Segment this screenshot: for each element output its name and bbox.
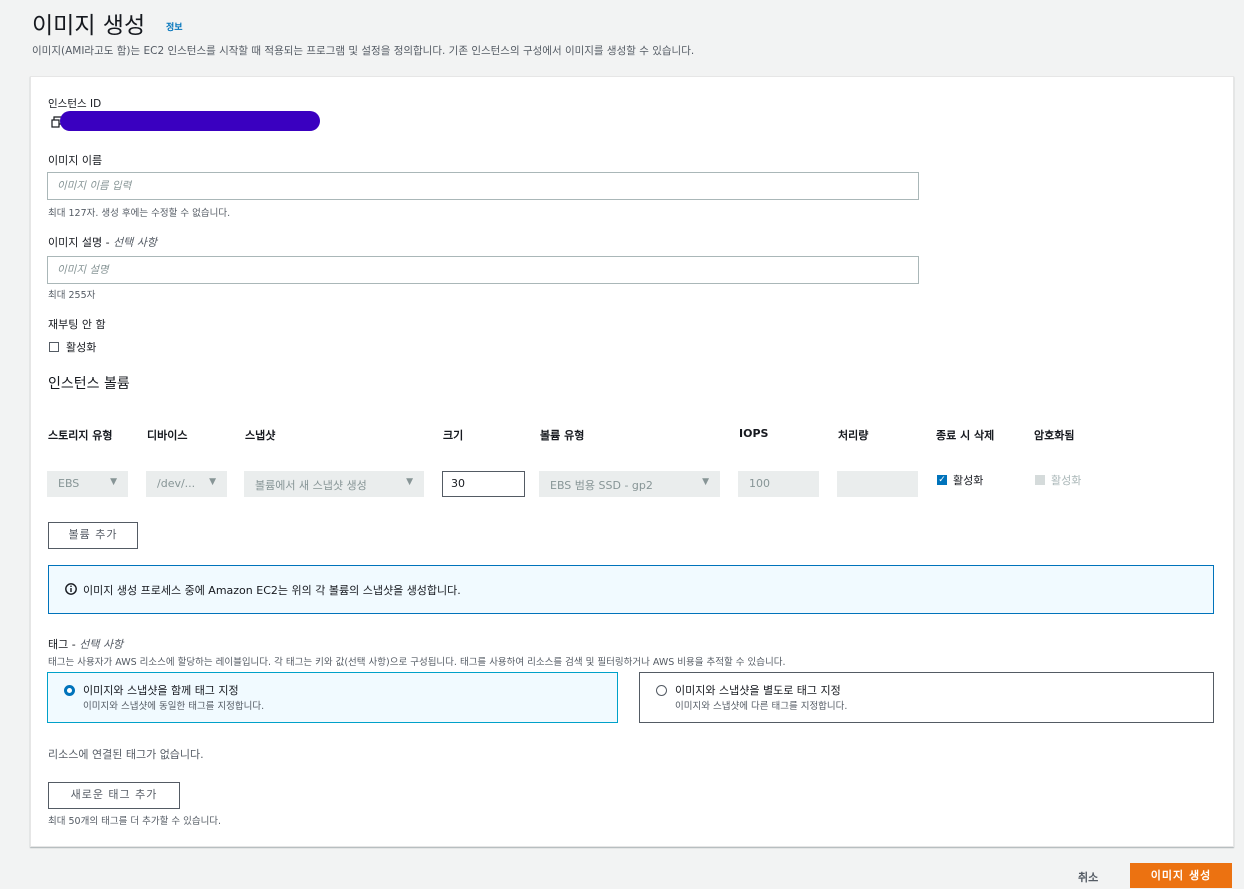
image-name-label: 이미지 이름 [48,154,103,167]
image-desc-hint: 최대 255자 [48,290,96,301]
no-reboot-label: 재부팅 안 함 [48,318,106,331]
info-link[interactable]: 정보 [166,20,183,33]
tag-together-desc: 이미지와 스냅샷에 동일한 태그를 지정합니다. [83,701,265,712]
volumes-section-title: 인스턴스 볼륨 [48,376,130,392]
tags-title: 태그 - [48,638,80,651]
no-reboot-checkbox-label: 활성화 [66,341,97,354]
caret-down-icon: ▼ [702,477,709,487]
encrypted-label: 활성화 [1051,474,1082,487]
col-iops: IOPS [739,427,769,440]
check-icon: ✓ [938,475,946,485]
col-device: 디바이스 [147,429,188,442]
device-value: /dev/... [157,477,196,490]
cancel-button[interactable]: 취소 [1078,869,1098,885]
caret-down-icon: ▼ [110,477,117,487]
tag-separate-title: 이미지와 스냅샷을 별도로 태그 지정 [675,684,841,697]
encrypted-checkbox [1035,475,1045,485]
device-select: /dev/... ▼ [146,471,227,497]
instance-id-redaction [60,111,320,131]
page-description: 이미지(AMI라고도 함)는 EC2 인스턴스를 시작할 때 적용되는 프로그램… [32,45,695,57]
tag-together-title: 이미지와 스냅샷을 함께 태그 지정 [83,684,239,697]
tag-separate-desc: 이미지와 스냅샷에 다른 태그를 지정합니다. [675,701,848,712]
delete-on-termination-label: 활성화 [953,474,984,487]
col-encrypted: 암호화됨 [1034,429,1075,442]
throughput-input [837,471,918,497]
snapshot-value: 볼륨에서 새 스냅샷 생성 [255,479,367,492]
col-throughput: 처리량 [838,429,869,442]
tag-separate-radio[interactable] [656,685,667,696]
add-volume-button[interactable]: 볼륨 추가 [48,522,138,549]
info-alert-text: 이미지 생성 프로세스 중에 Amazon EC2는 위의 각 볼륨의 스냅샷을… [83,584,461,597]
tags-description: 태그는 사용자가 AWS 리소스에 할당하는 레이블입니다. 각 태그는 키와 … [48,657,786,668]
tag-together-radio[interactable] [64,685,75,696]
image-name-input[interactable]: 이미지 이름 입력 [47,172,919,200]
image-name-hint: 최대 127자. 생성 후에는 수정할 수 없습니다. [48,208,231,219]
col-volume-type: 볼륨 유형 [540,429,585,442]
iops-input: 100 [738,471,819,497]
add-tag-hint: 최대 50개의 태그를 더 추가할 수 있습니다. [48,816,222,827]
snapshot-select: 볼륨에서 새 스냅샷 생성 ▼ [244,471,424,497]
storage-type-select: EBS ▼ [47,471,128,497]
volume-type-value: EBS 범용 SSD - gp2 [550,479,653,492]
info-icon [65,583,77,598]
col-storage-type: 스토리지 유형 [48,429,113,442]
caret-down-icon: ▼ [209,477,216,487]
image-desc-input[interactable]: 이미지 설명 [47,256,919,284]
add-tag-button[interactable]: 새로운 태그 추가 [48,782,180,809]
size-input[interactable]: 30 [442,471,525,497]
no-tags-text: 리소스에 연결된 태그가 없습니다. [48,748,204,761]
col-size: 크기 [443,429,464,442]
image-desc-optional: 선택 사항 [113,236,158,249]
instance-id-label: 인스턴스 ID [48,98,102,110]
no-reboot-checkbox[interactable] [49,342,59,352]
col-delete-on-termination: 종료 시 삭제 [936,429,995,442]
volume-type-select: EBS 범용 SSD - gp2 ▼ [539,471,720,497]
storage-type-value: EBS [58,477,80,490]
create-image-button[interactable]: 이미지 생성 [1130,863,1232,888]
page-title: 이미지 생성 [32,13,146,39]
caret-down-icon: ▼ [406,477,413,487]
delete-on-termination-checkbox[interactable]: ✓ [937,475,947,485]
col-snapshot: 스냅샷 [245,429,276,442]
tags-title-optional: 선택 사항 [79,638,124,651]
image-desc-label: 이미지 설명 - [48,236,114,249]
